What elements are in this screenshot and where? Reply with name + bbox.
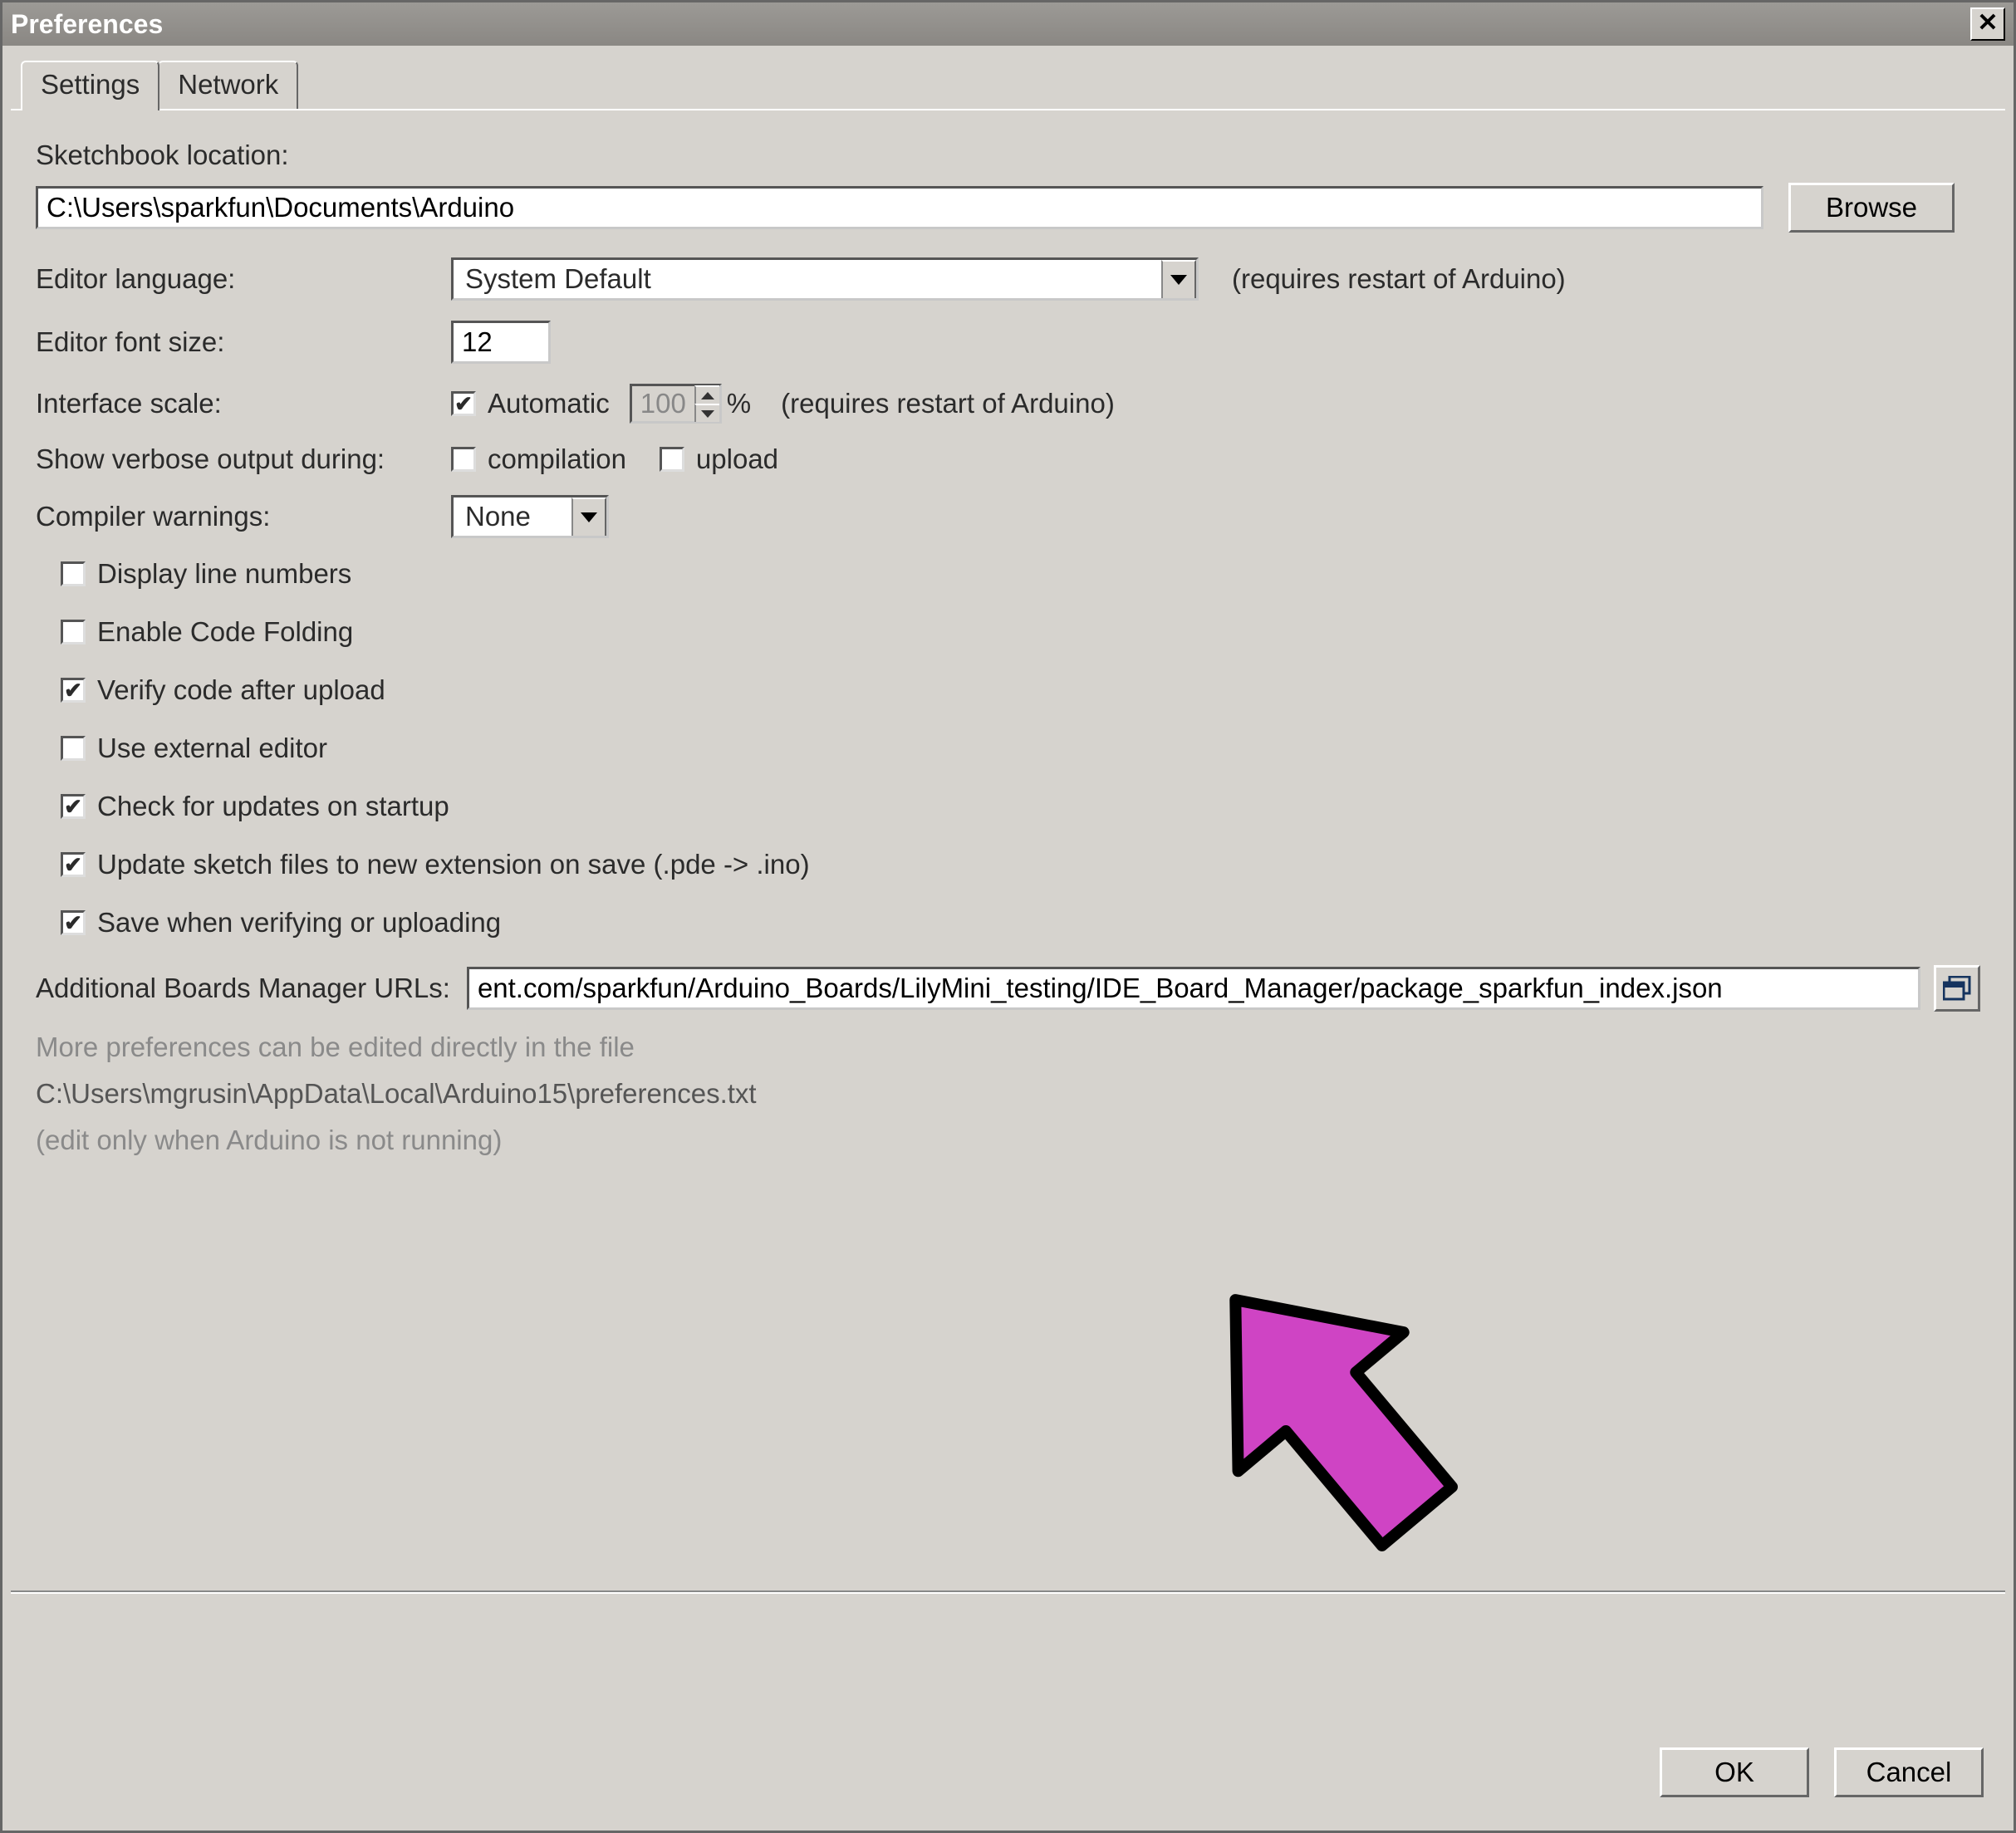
scale-label: Interface scale: bbox=[36, 388, 451, 419]
boards-url-input[interactable] bbox=[467, 967, 1920, 1010]
verbose-label: Show verbose output during: bbox=[36, 444, 451, 475]
browse-button-label: Browse bbox=[1826, 192, 1917, 223]
scale-up-icon[interactable] bbox=[694, 385, 719, 404]
settings-panel: Sketchbook location: Browse Editor langu… bbox=[11, 109, 2005, 1595]
scale-automatic-checkbox[interactable]: ✔ bbox=[451, 391, 476, 416]
code-folding-checkbox[interactable]: ✔ bbox=[61, 620, 86, 644]
verbose-upload-checkbox[interactable]: ✔ bbox=[660, 447, 684, 472]
preferences-window: Preferences ✕ Settings Network Sketchboo… bbox=[0, 0, 2016, 1833]
scale-automatic-text: Automatic bbox=[488, 388, 610, 419]
scale-down-icon[interactable] bbox=[694, 404, 719, 422]
close-icon[interactable]: ✕ bbox=[1970, 7, 2005, 41]
tab-network[interactable]: Network bbox=[158, 61, 298, 109]
ok-button[interactable]: OK bbox=[1660, 1747, 1809, 1797]
compwarn-select-value: None bbox=[454, 501, 571, 532]
sketchbook-label: Sketchbook location: bbox=[36, 140, 289, 171]
tab-network-label: Network bbox=[178, 69, 278, 100]
updates-text: Check for updates on startup bbox=[97, 791, 449, 822]
window-icon bbox=[1943, 976, 1971, 1001]
titlebar: Preferences ✕ bbox=[2, 2, 2014, 46]
verbose-compilation-text: compilation bbox=[488, 444, 626, 475]
scale-percent: % bbox=[727, 388, 751, 419]
line-numbers-text: Display line numbers bbox=[97, 558, 351, 590]
chevron-down-icon bbox=[1161, 260, 1196, 298]
language-note: (requires restart of Arduino) bbox=[1232, 263, 1566, 295]
compwarn-select[interactable]: None bbox=[451, 495, 609, 538]
fontsize-input[interactable] bbox=[451, 321, 551, 364]
boards-url-label: Additional Boards Manager URLs: bbox=[36, 973, 450, 1004]
fontsize-label: Editor font size: bbox=[36, 326, 451, 358]
tab-settings[interactable]: Settings bbox=[21, 61, 159, 110]
language-select-value: System Default bbox=[454, 263, 1161, 295]
expand-urls-button[interactable] bbox=[1934, 965, 1980, 1012]
browse-button[interactable]: Browse bbox=[1788, 183, 1955, 233]
scale-value: 100 bbox=[632, 388, 694, 419]
prefs-file-path[interactable]: C:\Users\mgrusin\AppData\Local\Arduino15… bbox=[36, 1078, 1980, 1110]
save-verify-text: Save when verifying or uploading bbox=[97, 907, 501, 939]
cancel-button[interactable]: Cancel bbox=[1834, 1747, 1984, 1797]
code-folding-text: Enable Code Folding bbox=[97, 616, 353, 648]
rename-ino-text: Update sketch files to new extension on … bbox=[97, 849, 810, 880]
tab-settings-label: Settings bbox=[41, 69, 140, 100]
compwarn-label: Compiler warnings: bbox=[36, 501, 451, 532]
window-title: Preferences bbox=[11, 9, 1970, 40]
ext-editor-checkbox[interactable]: ✔ bbox=[61, 736, 86, 761]
tab-row: Settings Network bbox=[21, 64, 2014, 109]
ok-button-label: OK bbox=[1714, 1757, 1754, 1787]
ext-editor-text: Use external editor bbox=[97, 733, 327, 764]
language-select[interactable]: System Default bbox=[451, 257, 1199, 301]
chevron-down-icon bbox=[571, 497, 606, 536]
scale-note: (requires restart of Arduino) bbox=[781, 388, 1115, 419]
language-label: Editor language: bbox=[36, 263, 451, 295]
scale-spinner[interactable]: 100 bbox=[630, 384, 722, 424]
options-list: ✔ Display line numbers ✔ Enable Code Foldi… bbox=[61, 558, 1980, 939]
save-verify-checkbox[interactable]: ✔ bbox=[61, 910, 86, 935]
dialog-footer: OK Cancel bbox=[1660, 1747, 1984, 1797]
line-numbers-checkbox[interactable]: ✔ bbox=[61, 561, 86, 586]
verify-upload-text: Verify code after upload bbox=[97, 674, 385, 706]
cancel-button-label: Cancel bbox=[1866, 1757, 1952, 1787]
verify-upload-checkbox[interactable]: ✔ bbox=[61, 678, 86, 703]
more-prefs-note: More preferences can be edited directly … bbox=[36, 1032, 1980, 1063]
sketchbook-input[interactable] bbox=[36, 186, 1763, 229]
verbose-upload-text: upload bbox=[696, 444, 778, 475]
updates-checkbox[interactable]: ✔ bbox=[61, 794, 86, 819]
verbose-compilation-checkbox[interactable]: ✔ bbox=[451, 447, 476, 472]
annotation-arrow-icon bbox=[1165, 1248, 1498, 1581]
rename-ino-checkbox[interactable]: ✔ bbox=[61, 852, 86, 877]
edit-only-note: (edit only when Arduino is not running) bbox=[36, 1125, 1980, 1156]
